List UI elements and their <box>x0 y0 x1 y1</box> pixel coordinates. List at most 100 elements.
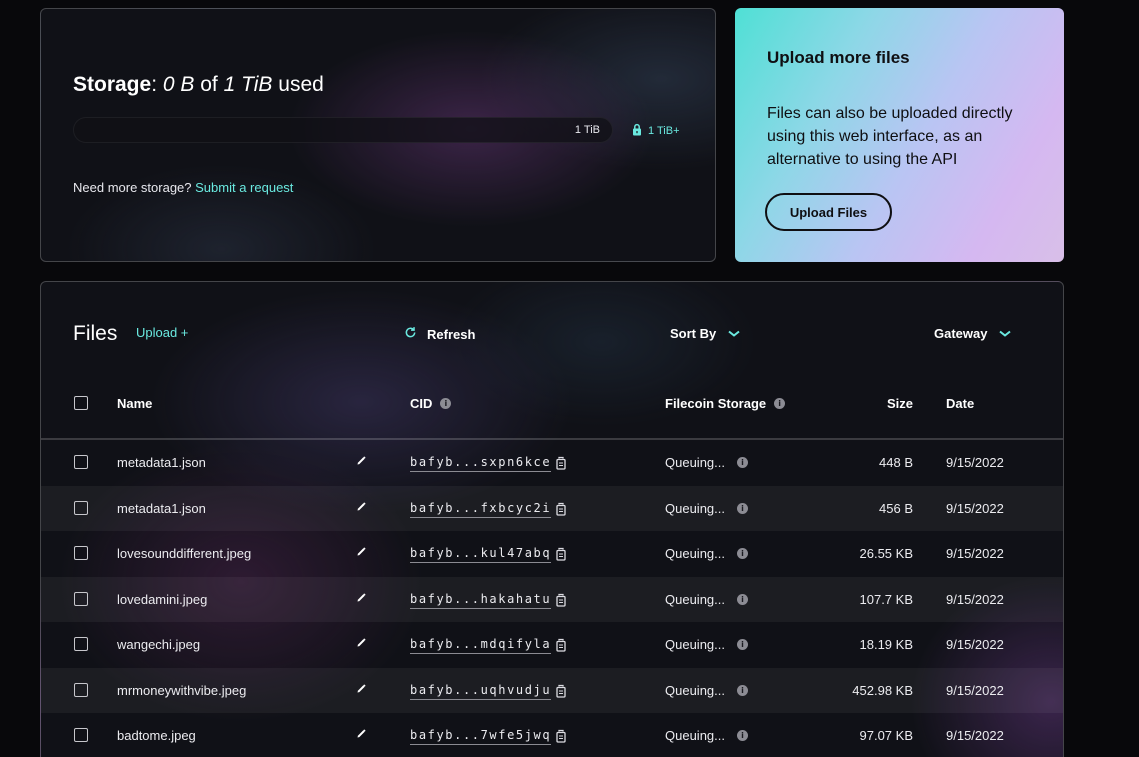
pencil-icon[interactable] <box>356 590 367 608</box>
info-icon[interactable]: i <box>737 730 748 741</box>
refresh-icon <box>404 326 417 342</box>
file-date: 9/15/2022 <box>946 455 1004 470</box>
info-icon[interactable]: i <box>737 502 748 514</box>
copy-icon[interactable] <box>554 593 567 612</box>
submit-request-link[interactable]: Submit a request <box>195 180 293 195</box>
more-storage-prompt: Need more storage? Submit a request <box>73 180 293 195</box>
refresh-label: Refresh <box>427 326 476 342</box>
row-checkbox[interactable] <box>74 591 88 606</box>
row-checkbox[interactable] <box>74 455 88 469</box>
filecoin-status: Queuing... <box>665 682 725 698</box>
storage-total-value: 1 TiB <box>223 73 273 96</box>
file-size: 107.7 KB <box>859 591 914 607</box>
info-icon[interactable]: i <box>737 639 748 650</box>
file-name: metadata1.json <box>117 455 206 470</box>
file-name: badtome.jpeg <box>117 728 196 743</box>
storage-upgrade-link[interactable]: 1 TiB+ <box>631 123 680 139</box>
chevron-down-icon <box>999 327 1012 341</box>
file-cid[interactable]: bafyb...kul47abq <box>410 546 552 563</box>
file-cid[interactable]: bafyb...7wfe5jwq <box>410 728 552 745</box>
sort-by-label: Sort By <box>670 326 717 341</box>
table-row[interactable]: badtome.jpeg bafyb...7wfe5jwq Queuing...… <box>41 713 1063 757</box>
files-title: Files <box>73 322 118 345</box>
column-header-name[interactable]: Name <box>117 396 152 411</box>
file-date: 9/15/2022 <box>946 500 1004 516</box>
file-size: 452.98 KB <box>852 682 913 698</box>
pencil-icon[interactable] <box>356 544 367 562</box>
row-checkbox[interactable] <box>74 500 88 515</box>
row-checkbox[interactable] <box>74 546 88 560</box>
column-header-date[interactable]: Date <box>946 396 974 411</box>
copy-icon[interactable] <box>554 456 567 475</box>
file-date: 9/15/2022 <box>946 546 1004 561</box>
copy-icon[interactable] <box>554 502 567 521</box>
gateway-label: Gateway <box>934 326 988 341</box>
storage-summary: Storage: 0 B of 1 TiB used <box>73 73 324 96</box>
column-header-cid: CID i <box>410 396 452 411</box>
storage-panel: Storage: 0 B of 1 TiB used 1 TiB 1 TiB+ … <box>40 8 716 262</box>
file-date: 9/15/2022 <box>946 682 1004 698</box>
pencil-icon[interactable] <box>356 635 367 653</box>
pencil-icon[interactable] <box>356 453 367 471</box>
column-header-size[interactable]: Size <box>887 396 913 411</box>
upload-card-description: Files can also be uploaded directly usin… <box>767 105 1013 168</box>
info-icon[interactable]: i <box>737 548 748 559</box>
select-all-checkbox[interactable] <box>74 396 88 410</box>
filecoin-status: Queuing... <box>665 546 725 561</box>
info-icon[interactable]: i <box>774 398 786 409</box>
file-size: 26.55 KB <box>859 546 914 561</box>
sort-by-dropdown[interactable]: Sort By <box>670 326 740 341</box>
table-row[interactable]: lovesounddifferent.jpeg bafyb...kul47abq… <box>41 531 1063 576</box>
lock-icon <box>631 123 643 139</box>
copy-icon[interactable] <box>554 684 567 703</box>
pencil-icon[interactable] <box>356 499 367 517</box>
storage-used-word: used <box>278 73 324 96</box>
file-cid[interactable]: bafyb...sxpn6kce <box>410 455 552 472</box>
file-name: lovedamini.jpeg <box>117 591 208 607</box>
column-header-filecoin: Filecoin Storage i <box>665 396 786 411</box>
file-cid[interactable]: bafyb...hakahatu <box>410 592 552 609</box>
storage-used-value: 0 B <box>162 73 195 96</box>
file-size: 448 B <box>879 455 913 470</box>
upload-card-title: Upload more files <box>767 48 910 67</box>
gateway-dropdown[interactable]: Gateway <box>934 326 1012 341</box>
files-panel: Files Upload + Refresh Sort By Gateway N… <box>40 281 1064 757</box>
file-cid[interactable]: bafyb...mdqifyla <box>410 637 552 654</box>
file-date: 9/15/2022 <box>946 728 1004 743</box>
filecoin-status: Queuing... <box>665 637 725 652</box>
copy-icon[interactable] <box>554 638 567 657</box>
upload-files-button[interactable]: Upload Files <box>765 193 892 231</box>
more-storage-text: Need more storage? <box>73 180 192 195</box>
table-row[interactable]: wangechi.jpeg bafyb...mdqifyla Queuing..… <box>41 622 1063 667</box>
file-cid[interactable]: bafyb...fxbcyc2i <box>410 501 552 518</box>
storage-label: Storage <box>73 73 152 96</box>
table-row[interactable]: lovedamini.jpeg bafyb...hakahatu Queuing… <box>41 576 1063 622</box>
row-checkbox[interactable] <box>74 637 88 651</box>
copy-icon[interactable] <box>554 547 567 566</box>
refresh-button[interactable]: Refresh <box>404 326 475 342</box>
file-name: lovesounddifferent.jpeg <box>117 546 252 561</box>
pencil-icon[interactable] <box>356 681 367 699</box>
chevron-down-icon <box>728 327 740 341</box>
pencil-icon[interactable] <box>356 726 367 744</box>
table-row[interactable]: metadata1.json bafyb...fxbcyc2i Queuing.… <box>41 485 1063 531</box>
info-icon[interactable]: i <box>737 593 748 605</box>
column-header-cid-label: CID <box>410 396 433 411</box>
info-icon[interactable]: i <box>440 398 452 409</box>
storage-of: of <box>200 73 218 96</box>
info-icon[interactable]: i <box>737 684 748 696</box>
table-row[interactable]: mrmoneywithvibe.jpeg bafyb...uqhvudju Qu… <box>41 667 1063 713</box>
upload-link[interactable]: Upload + <box>136 325 188 340</box>
file-size: 18.19 KB <box>859 637 914 652</box>
upgrade-label: 1 TiB+ <box>648 125 680 137</box>
file-name: metadata1.json <box>117 500 206 516</box>
copy-icon[interactable] <box>554 729 567 748</box>
file-date: 9/15/2022 <box>946 637 1004 652</box>
info-icon[interactable]: i <box>737 457 748 468</box>
table-row[interactable]: metadata1.json bafyb...sxpn6kce Queuing.… <box>41 440 1063 485</box>
row-checkbox[interactable] <box>74 728 88 742</box>
file-cid[interactable]: bafyb...uqhvudju <box>410 683 552 700</box>
file-size: 97.07 KB <box>859 728 914 743</box>
column-header-filecoin-label: Filecoin Storage <box>665 396 767 411</box>
row-checkbox[interactable] <box>74 682 88 697</box>
